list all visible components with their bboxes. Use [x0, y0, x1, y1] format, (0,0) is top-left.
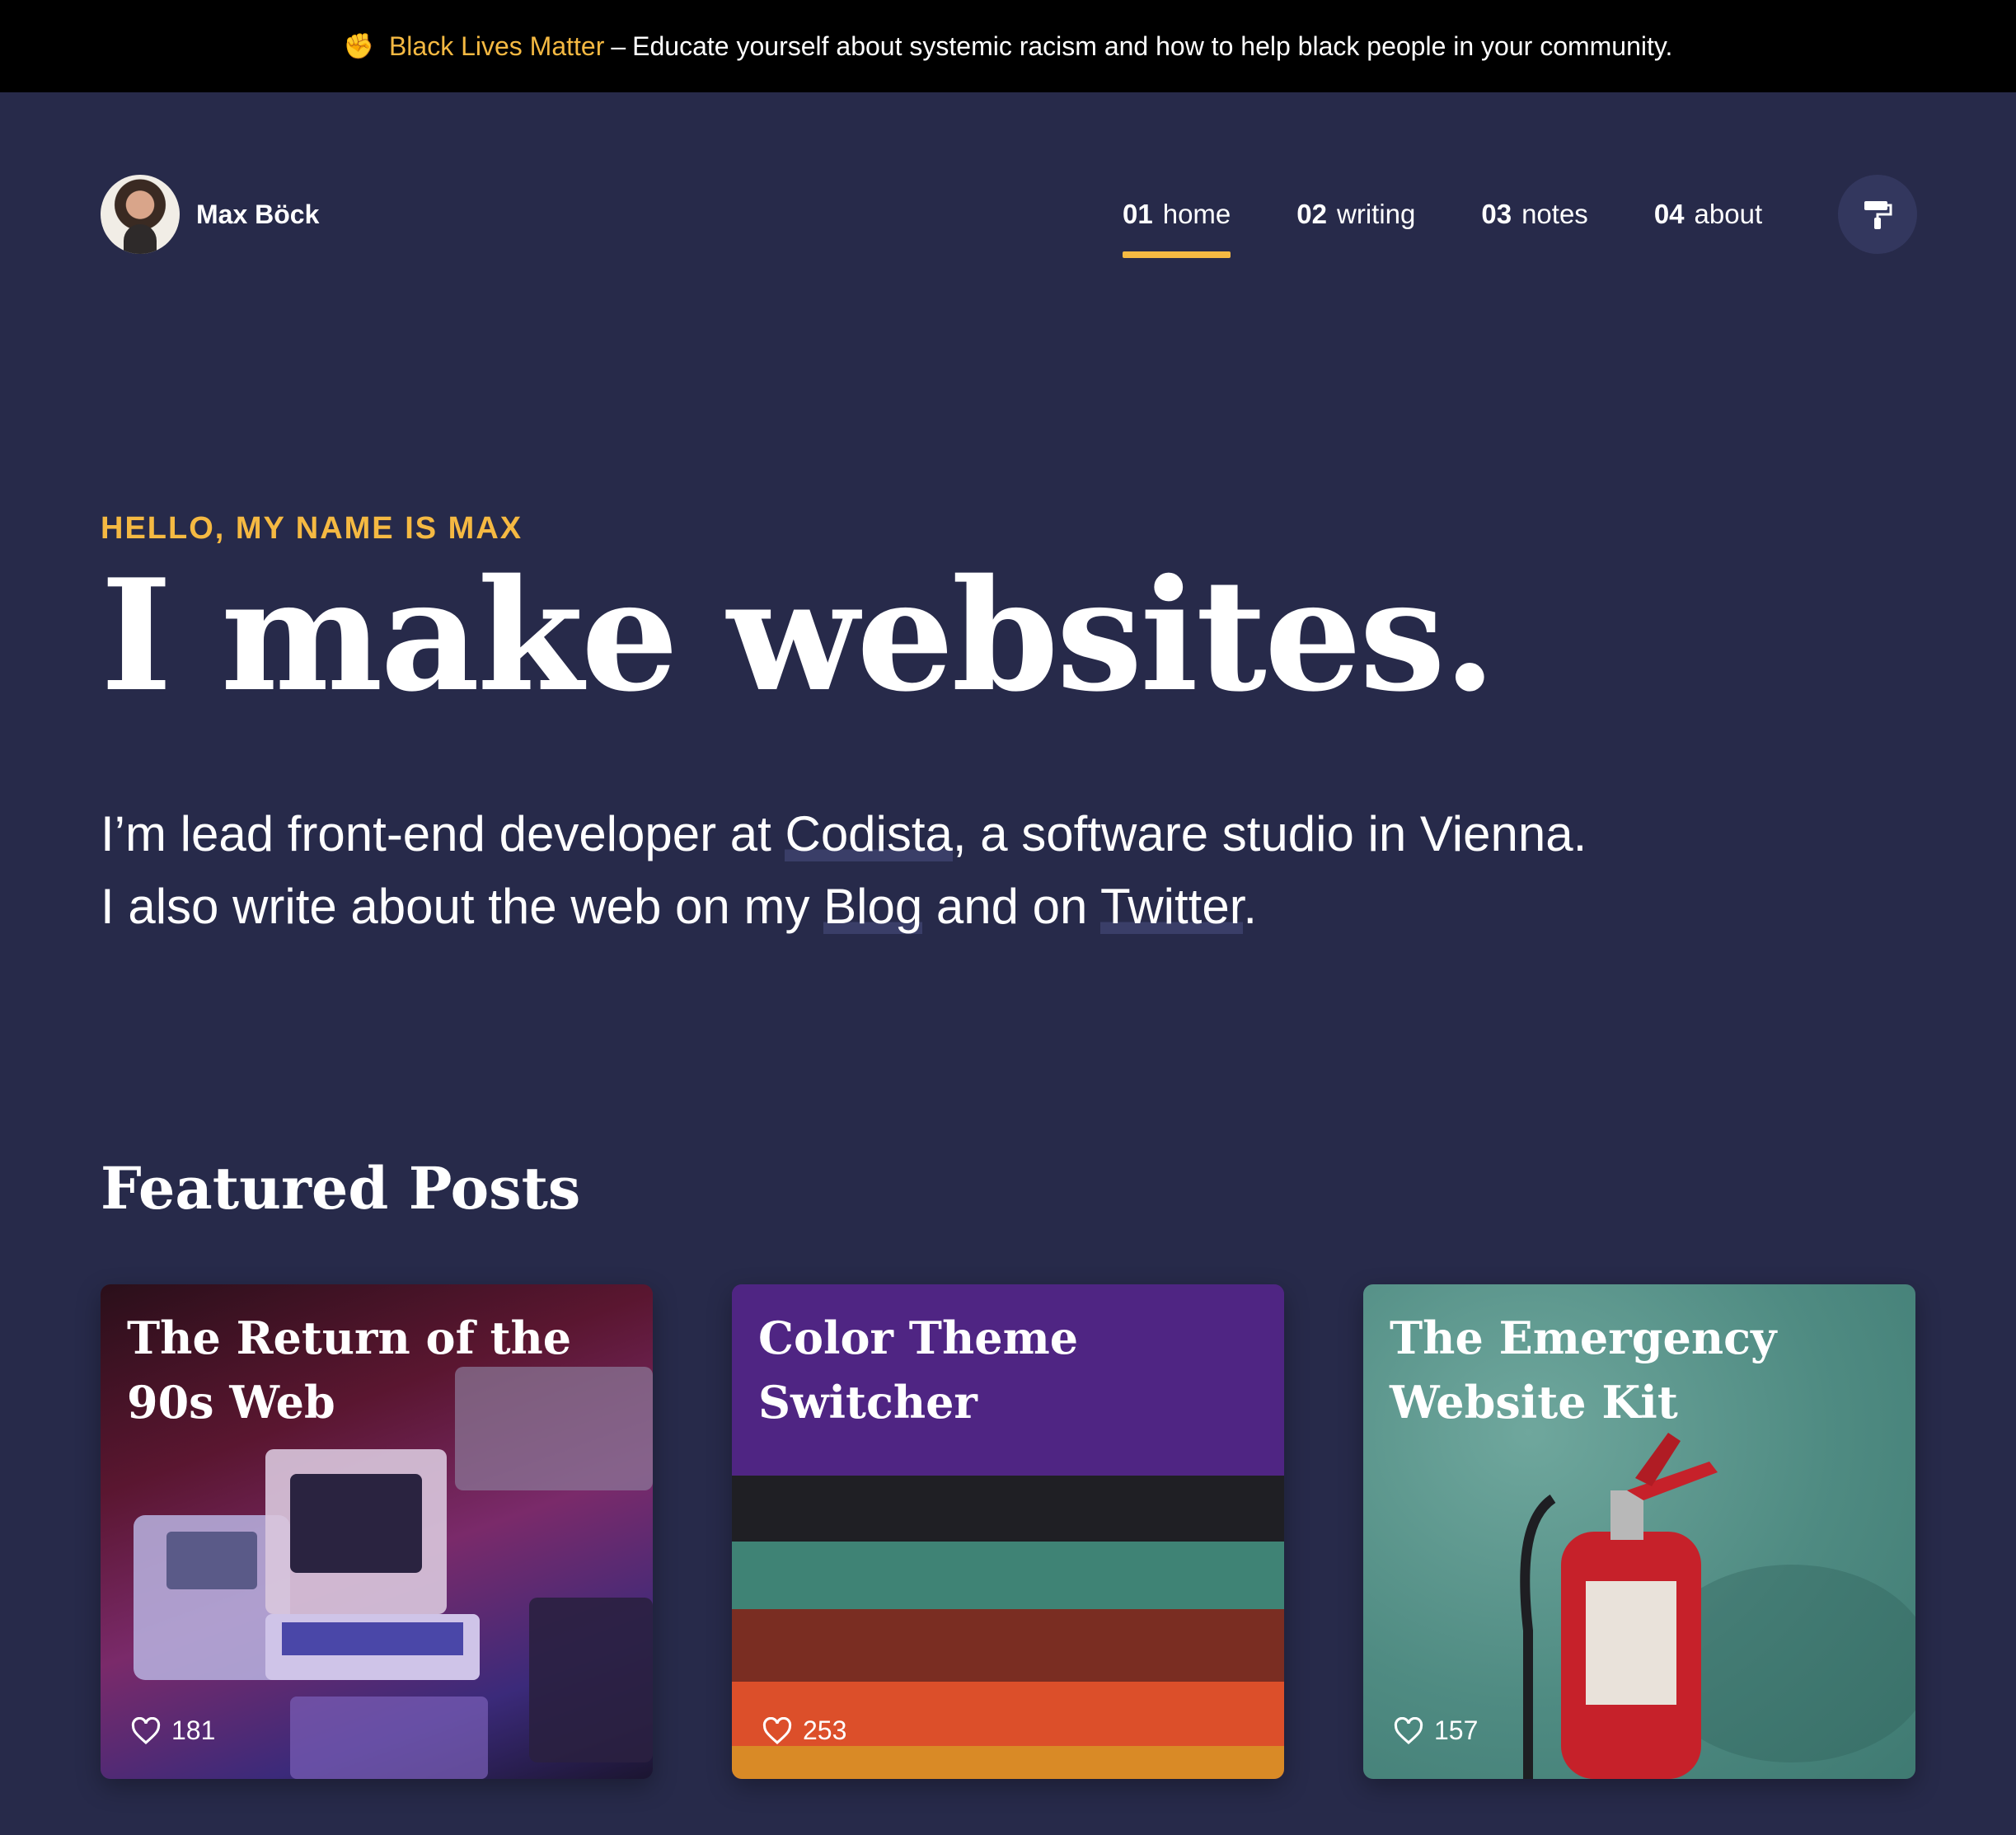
site-owner-name: Max Böck: [196, 199, 320, 229]
nav-number: 01: [1123, 199, 1153, 229]
like-count: 181: [171, 1715, 216, 1745]
raised-fist-icon: ✊: [343, 32, 374, 60]
stripe-black: [732, 1476, 1284, 1542]
heart-icon: [1394, 1716, 1423, 1744]
site-header: Max Böck 01 home 02 writing 03 notes 04 abou…: [101, 175, 1917, 258]
paint-roller-icon: [1864, 201, 1892, 229]
stripe-teal: [732, 1542, 1284, 1609]
heart-icon: [762, 1716, 792, 1744]
theme-switcher-button[interactable]: [1838, 175, 1917, 254]
intro-text: .: [1243, 879, 1258, 935]
featured-posts-list: The Return of the 90s Web 181 Color Them…: [101, 1284, 1915, 1779]
post-title: The Emergency Website Kit: [1390, 1312, 1777, 1429]
home-brand-link[interactable]: Max Böck: [101, 175, 319, 254]
hero-section: HELLO, MY NAME IS MAX I make websites. I…: [101, 511, 1831, 943]
twitter-link[interactable]: Twitter: [1100, 879, 1244, 935]
stripe-amber: [732, 1746, 1284, 1779]
nav-number: 02: [1296, 199, 1327, 229]
main-nav: 01 home 02 writing 03 notes 04 about: [1123, 175, 1828, 258]
intro-text: and on: [922, 879, 1100, 935]
intro-line-2: I also write about the web on my Blog an…: [101, 871, 1831, 943]
nav-label: home: [1162, 199, 1231, 229]
avatar: [101, 175, 180, 254]
post-likes: 157: [1393, 1715, 1478, 1746]
blm-link[interactable]: Black Lives Matter: [389, 31, 604, 62]
banner-separator: –: [611, 31, 626, 61]
nav-label: about: [1694, 199, 1763, 229]
banner-message: Educate yourself about systemic racism a…: [632, 31, 1673, 61]
blog-link[interactable]: Blog: [823, 879, 923, 935]
like-count: 157: [1434, 1715, 1479, 1745]
hero-headline: I make websites.: [101, 545, 1497, 725]
codista-link[interactable]: Codista: [785, 806, 953, 862]
nav-label: notes: [1521, 199, 1588, 229]
post-title: Color Theme Switcher: [758, 1312, 1079, 1429]
intro-text: I also write about the web on my: [101, 879, 824, 935]
nav-item-about[interactable]: 04 about: [1654, 199, 1762, 230]
featured-posts-heading: Featured Posts: [101, 1154, 581, 1223]
nav-item-home[interactable]: 01 home: [1123, 199, 1231, 258]
nav-number: 03: [1481, 199, 1512, 229]
hero-intro: I’m lead front-end developer at Codista,…: [101, 798, 1831, 943]
intro-text: I’m lead front-end developer at: [101, 806, 785, 862]
post-card-color-theme-switcher[interactable]: Color Theme Switcher 253: [732, 1284, 1284, 1779]
post-card-90s-web[interactable]: The Return of the 90s Web 181: [101, 1284, 653, 1779]
nav-number: 04: [1653, 199, 1685, 229]
nav-label: writing: [1337, 199, 1416, 229]
post-likes: 181: [130, 1715, 215, 1746]
post-likes: 253: [762, 1715, 846, 1746]
hero-eyebrow: HELLO, MY NAME IS MAX: [101, 511, 523, 546]
intro-text: , a software studio in Vienna.: [952, 806, 1587, 862]
heart-icon: [131, 1716, 161, 1744]
announcement-banner: ✊ Black Lives Matter – Educate yourself …: [0, 0, 2016, 92]
nav-item-notes[interactable]: 03 notes: [1481, 199, 1587, 230]
post-card-emergency-website-kit[interactable]: The Emergency Website Kit 157: [1363, 1284, 1915, 1779]
post-title: The Return of the 90s Web: [127, 1312, 572, 1429]
stripe-brown: [732, 1609, 1284, 1682]
nav-item-writing[interactable]: 02 writing: [1296, 199, 1415, 230]
intro-line-1: I’m lead front-end developer at Codista,…: [101, 798, 1831, 871]
like-count: 253: [803, 1715, 847, 1745]
